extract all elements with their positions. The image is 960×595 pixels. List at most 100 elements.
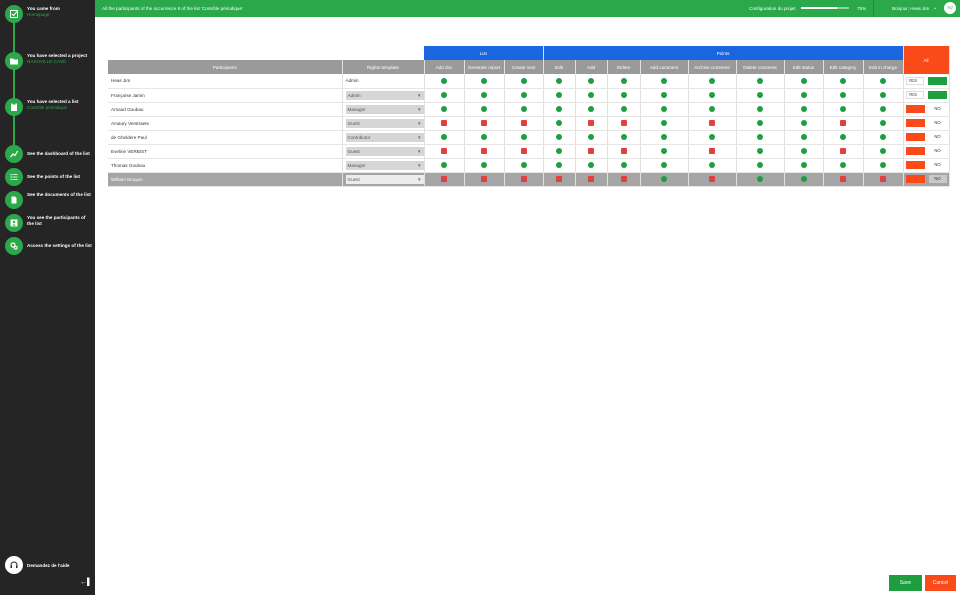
cross-icon[interactable] (520, 176, 527, 182)
check-icon[interactable] (800, 148, 807, 154)
check-icon[interactable] (520, 92, 527, 98)
cross-icon[interactable] (880, 176, 886, 182)
check-icon[interactable] (620, 92, 627, 98)
collapse-sidebar-icon[interactable]: ←▌ (80, 579, 92, 586)
check-icon[interactable] (556, 106, 562, 112)
check-icon[interactable] (481, 106, 487, 112)
check-icon[interactable] (757, 120, 763, 126)
all-toggle-switch[interactable] (927, 91, 947, 99)
check-icon[interactable] (840, 134, 846, 140)
check-icon[interactable] (441, 92, 447, 98)
table-row[interactable]: William Bouyon Guest ▼ NO (108, 172, 950, 187)
save-button[interactable]: Save (889, 575, 922, 591)
rights-template-select[interactable]: Contributor ▼ (345, 132, 424, 142)
cross-icon[interactable] (481, 148, 487, 154)
cross-icon[interactable] (441, 148, 447, 154)
all-toggle[interactable]: NO (904, 105, 949, 113)
check-icon[interactable] (709, 162, 715, 168)
cross-icon[interactable] (520, 148, 527, 154)
table-row[interactable]: Arnaud Goubau Manager ▼ NO (108, 102, 950, 117)
sidebar-project[interactable]: You have selected a project NASHVILLE CAS… (5, 52, 93, 70)
check-icon[interactable] (709, 92, 715, 98)
table-row[interactable]: Thomas Goubau Manager ▼ NO (108, 158, 950, 173)
sidebar-item-dashboard[interactable]: See the dashboard of the list (5, 145, 93, 163)
all-toggle[interactable]: YES (904, 91, 949, 99)
check-icon[interactable] (588, 106, 594, 112)
check-icon[interactable] (709, 134, 715, 140)
all-toggle[interactable]: NO (904, 175, 949, 183)
all-toggle[interactable]: NO (904, 119, 949, 127)
check-icon[interactable] (709, 77, 715, 84)
table-row[interactable]: Françoise Jamin Admin ▼ YES (108, 88, 950, 103)
check-icon[interactable] (840, 77, 846, 84)
all-toggle-switch[interactable] (905, 175, 925, 183)
table-row[interactable]: de Gheldere Paul Contributor ▼ NO (108, 130, 950, 145)
check-icon[interactable] (661, 162, 667, 168)
avatar[interactable]: HJ (944, 2, 956, 14)
check-icon[interactable] (800, 176, 807, 182)
check-icon[interactable] (620, 77, 627, 84)
all-toggle[interactable]: NO (904, 133, 949, 141)
check-icon[interactable] (520, 134, 527, 140)
check-icon[interactable] (556, 148, 562, 154)
check-icon[interactable] (880, 162, 886, 168)
chevron-down-icon[interactable]: ⌄ (933, 5, 937, 11)
check-icon[interactable] (620, 134, 627, 140)
cross-icon[interactable] (481, 176, 487, 182)
sidebar-list[interactable]: You have selected a list Contrôle périodi… (5, 98, 93, 116)
check-icon[interactable] (800, 162, 807, 168)
table-row[interactable]: Amaury Verstraete Guest ▼ NO (108, 116, 950, 131)
cross-icon[interactable] (588, 148, 594, 154)
all-toggle-switch[interactable] (905, 161, 925, 169)
check-icon[interactable] (757, 162, 763, 168)
project-name-link[interactable]: NASHVILLE CASE (27, 59, 87, 65)
check-icon[interactable] (880, 148, 886, 154)
check-icon[interactable] (880, 120, 886, 126)
check-icon[interactable] (441, 106, 447, 112)
cross-icon[interactable] (441, 176, 447, 182)
check-icon[interactable] (556, 134, 562, 140)
check-icon[interactable] (757, 148, 763, 154)
list-name-link[interactable]: Contrôle périodique (27, 105, 79, 111)
cross-icon[interactable] (620, 148, 627, 154)
check-icon[interactable] (588, 134, 594, 140)
rights-template-select[interactable]: Guest ▼ (345, 174, 424, 184)
user-greeting[interactable]: Bonjour, Heas Jim (892, 6, 929, 11)
all-toggle-switch[interactable] (927, 76, 947, 85)
all-toggle[interactable]: NO (904, 147, 949, 155)
check-icon[interactable] (840, 92, 846, 98)
sidebar-item-points[interactable]: See the points of the list (5, 168, 93, 186)
check-icon[interactable] (556, 162, 562, 168)
check-icon[interactable] (840, 162, 846, 168)
cross-icon[interactable] (556, 176, 562, 182)
cross-icon[interactable] (588, 120, 594, 126)
cross-icon[interactable] (709, 120, 715, 126)
all-toggle-switch[interactable] (905, 105, 925, 113)
check-icon[interactable] (800, 120, 807, 126)
check-icon[interactable] (800, 77, 807, 84)
check-icon[interactable] (520, 77, 527, 84)
all-toggle-switch[interactable] (905, 119, 925, 127)
check-icon[interactable] (757, 106, 763, 112)
rights-template-select[interactable]: Guest ▼ (345, 146, 424, 156)
check-icon[interactable] (620, 106, 627, 112)
sidebar-item-documents[interactable]: See the documents of the list (5, 191, 93, 209)
rights-template-select[interactable]: Manager ▼ (345, 160, 424, 170)
check-icon[interactable] (880, 106, 886, 112)
check-icon[interactable] (556, 120, 562, 126)
cross-icon[interactable] (520, 120, 527, 126)
check-icon[interactable] (661, 176, 667, 182)
check-icon[interactable] (757, 176, 763, 182)
check-icon[interactable] (588, 162, 594, 168)
cross-icon[interactable] (620, 176, 627, 182)
check-icon[interactable] (588, 92, 594, 98)
check-icon[interactable] (661, 120, 667, 126)
check-icon[interactable] (588, 77, 594, 84)
check-icon[interactable] (441, 162, 447, 168)
check-icon[interactable] (757, 134, 763, 140)
check-icon[interactable] (441, 77, 447, 84)
sidebar-item-participants[interactable]: You see the participants of the list (5, 214, 93, 232)
check-icon[interactable] (800, 106, 807, 112)
check-icon[interactable] (620, 162, 627, 168)
rights-template-select[interactable]: Guest ▼ (345, 118, 424, 128)
